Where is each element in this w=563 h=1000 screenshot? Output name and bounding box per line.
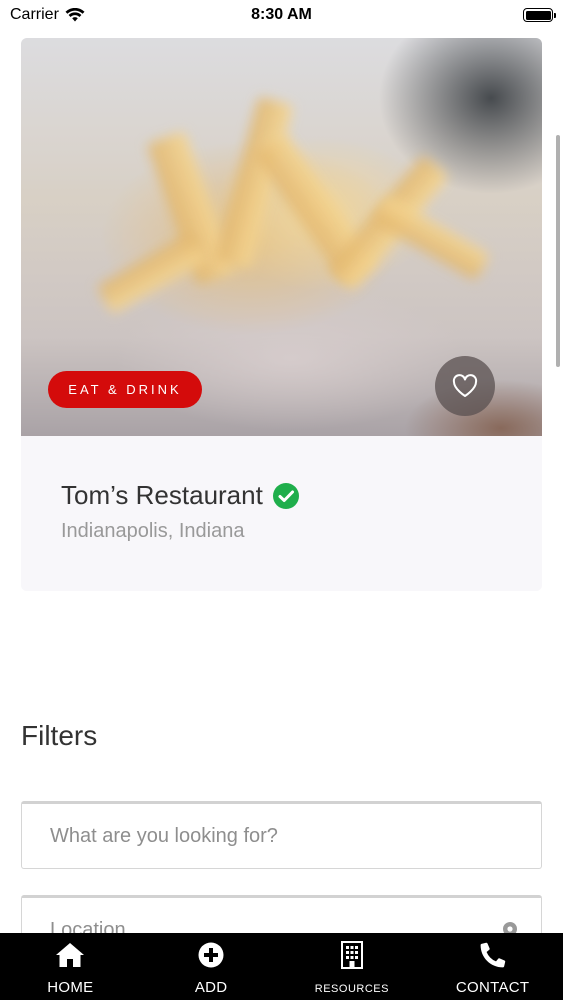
tab-contact-label: CONTACT [455,979,530,996]
bottom-tab-bar: HOME ADD RESOURCES CONTACT [0,933,563,1000]
carrier-label: Carrier [10,6,59,23]
favorite-button[interactable] [435,356,495,416]
listing-title-row: Tom’s Restaurant [61,480,299,511]
tab-resources[interactable]: RESOURCES [282,933,423,1000]
screen: Carrier 8:30 AM EAT & DRINK Tom’s Restau… [0,0,563,1000]
tab-home-label: HOME [47,979,94,996]
wifi-icon [65,8,85,22]
category-badge[interactable]: EAT & DRINK [48,371,202,408]
plus-circle-icon [198,941,224,969]
heart-icon [452,374,478,397]
search-field[interactable] [21,801,542,869]
status-time: 8:30 AM [251,6,312,23]
tab-add-label: ADD [194,979,228,996]
listing-photo: EAT & DRINK [21,38,542,436]
listing-location: Indianapolis, Indiana [61,520,245,542]
photo-fry [96,231,208,315]
tab-contact[interactable]: CONTACT [422,933,563,1000]
filters-heading: Filters [21,720,98,751]
search-input[interactable] [50,824,541,848]
scrollbar[interactable] [556,135,560,367]
home-icon [55,941,85,969]
tab-add[interactable]: ADD [141,933,282,1000]
status-left: Carrier [10,6,85,24]
tab-home[interactable]: HOME [0,933,141,1000]
building-icon [340,941,363,969]
verified-check-icon [272,482,299,509]
battery-icon [523,8,556,22]
status-bar: Carrier 8:30 AM [0,0,563,30]
tab-resources-label: RESOURCES [314,983,389,995]
listing-title[interactable]: Tom’s Restaurant [61,480,263,511]
listing-info: Tom’s Restaurant Indianapolis, Indiana [21,436,542,591]
phone-icon [480,941,506,969]
listing-card[interactable]: EAT & DRINK Tom’s Restaurant Indianapoli… [21,38,542,591]
